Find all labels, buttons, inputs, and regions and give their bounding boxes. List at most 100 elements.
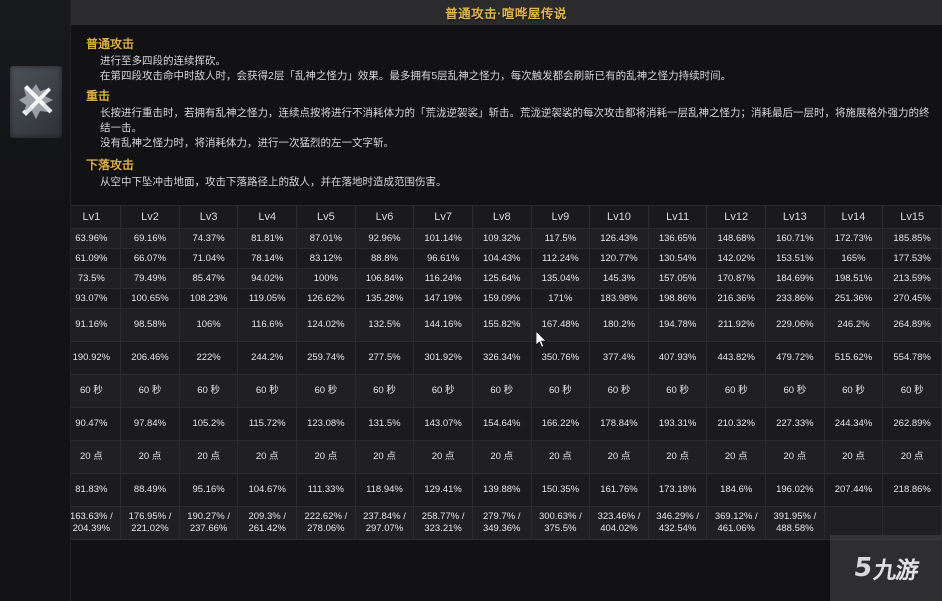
stat-cell: 150.35%	[530, 473, 591, 507]
stat-cell: 264.89%	[882, 308, 942, 342]
column-header-lv4: Lv4	[237, 205, 298, 229]
stat-cell: 176.95% / 221.02%	[120, 506, 180, 540]
column-header-lv7: Lv7	[413, 205, 473, 229]
stat-cell: 20 点	[823, 440, 884, 474]
desc-line: 在第四段攻击命中时敌人时，会获得2层「乱神之怪力」效果。最多拥有5层乱神之怪力，…	[100, 70, 732, 82]
stat-cell: 60 秒	[471, 374, 532, 408]
stat-cell: 60 秒	[589, 374, 649, 408]
stat-cell: 346.29% / 432.54%	[647, 506, 708, 540]
stat-cell: 183.98%	[589, 288, 649, 309]
section-heading-charged-attack: 重击	[86, 89, 111, 103]
stat-cell: 135.28%	[354, 288, 415, 309]
stat-cell: 194.78%	[647, 308, 708, 342]
stat-cell: 177.53%	[882, 248, 942, 269]
section-body-plunging-attack: 从空中下坠冲击地面，攻击下落路径上的敌人，并在落地时造成范围伤害。	[70, 175, 942, 190]
stat-cell: 20 点	[706, 440, 767, 474]
column-header-lv14: Lv14	[823, 205, 884, 229]
table-row: 荒泷逆袈裟终结伤害190.92%206.46%222%244.2%259.74%…	[0, 341, 942, 375]
table-body: 一段伤害63.96%69.16%74.37%81.81%87.01%92.96%…	[0, 228, 942, 540]
stat-cell: 209.3% / 261.42%	[237, 506, 298, 540]
stat-cell: 124.02%	[296, 308, 356, 342]
stat-cell: 213.59%	[882, 268, 942, 289]
section-heading-plunging-attack: 下落攻击	[86, 158, 135, 172]
column-header-lv11: Lv11	[647, 205, 708, 229]
watermark-logo-icon: 5	[851, 553, 875, 583]
stat-cell: 20 点	[237, 440, 298, 474]
stat-cell: 178.84%	[589, 407, 649, 441]
stat-cell: 20 点	[882, 440, 942, 474]
stat-cell: 554.78%	[882, 341, 942, 375]
skill-title-bar: 普通攻击·喧哗屋传说	[70, 0, 942, 26]
stat-cell: 377.4%	[589, 341, 649, 375]
stat-cell: 60 秒	[296, 374, 356, 408]
skill-description: 普通攻击 进行至多四段的连续挥砍。 在第四段攻击命中时敌人时，会获得2层「乱神之…	[70, 25, 942, 205]
stat-cell: 218.86%	[882, 473, 942, 507]
table-row: 下坠期间伤害81.83%88.49%95.16%104.67%111.33%11…	[0, 473, 942, 507]
stat-cell: 180.2%	[589, 308, 649, 342]
column-header-lv13: Lv13	[765, 205, 825, 229]
stat-cell: 69.16%	[120, 228, 180, 249]
stat-cell: 515.62%	[823, 341, 884, 375]
stat-cell: 20 点	[589, 440, 649, 474]
page-title: 普通攻击·喧哗屋传说	[445, 7, 567, 21]
stat-cell: 104.67%	[237, 473, 298, 507]
stat-cell: 251.36%	[823, 288, 884, 309]
stat-cell: 81.81%	[237, 228, 298, 249]
stat-cell: 97.84%	[120, 407, 180, 441]
stat-cell: 60 秒	[413, 374, 473, 408]
table-header-row: Lv1 Lv2 Lv3 Lv4 Lv5 Lv6 Lv7 Lv8 Lv9 Lv10 Lv11 Lv12 L…	[0, 205, 942, 229]
stat-cell: 171%	[530, 288, 591, 309]
stat-cell: 60 秒	[706, 374, 767, 408]
skill-icon-rail	[0, 0, 71, 601]
desc-line: 没有乱神之怪力时，将消耗体力，进行一次猛烈的左一文字斩。	[100, 137, 394, 149]
column-header-lv9: Lv9	[530, 205, 591, 229]
stat-cell: 237.84% / 297.07%	[354, 506, 415, 540]
stat-cell: 60 秒	[530, 374, 591, 408]
stat-cell: 277.5%	[354, 341, 415, 375]
stat-cell: 20 点	[178, 440, 239, 474]
table-row: 荒泷逆袈裟连斩伤害91.16%98.58%106%116.6%124.02%13…	[0, 308, 942, 342]
stat-cell: 60 秒	[823, 374, 884, 408]
stat-cell: 109.32%	[471, 228, 532, 249]
stat-cell: 479.72%	[765, 341, 825, 375]
stat-cell: 60 秒	[354, 374, 415, 408]
stat-cell: 129.41%	[413, 473, 473, 507]
stat-cell: 143.07%	[413, 407, 473, 441]
skill-stats-table-wrapper: Lv1 Lv2 Lv3 Lv4 Lv5 Lv6 Lv7 Lv8 Lv9 Lv10 Lv11 Lv12 L…	[0, 205, 942, 601]
column-header-lv8: Lv8	[471, 205, 532, 229]
stat-cell: 20 点	[647, 440, 708, 474]
column-header-lv3: Lv3	[178, 205, 239, 229]
stat-cell: 60 秒	[237, 374, 298, 408]
stat-cell: 139.88%	[471, 473, 532, 507]
sword-skill-icon	[10, 66, 62, 138]
column-header-lv6: Lv6	[354, 205, 415, 229]
stat-cell: 227.33%	[765, 407, 825, 441]
site-watermark: 5 九游	[830, 535, 942, 601]
stat-cell: 233.86%	[765, 288, 825, 309]
stat-cell: 144.16%	[413, 308, 473, 342]
stat-cell: 112.24%	[530, 248, 591, 269]
stat-cell: 119.05%	[237, 288, 298, 309]
stat-cell: 111.33%	[296, 473, 356, 507]
stat-cell: 106.84%	[354, 268, 415, 289]
stat-cell: 120.77%	[589, 248, 649, 269]
desc-line: 从空中下坠冲击地面，攻击下落路径上的敌人，并在落地时造成范围伤害。	[100, 176, 447, 188]
column-header-lv2: Lv2	[120, 205, 180, 229]
stat-cell: 20 点	[354, 440, 415, 474]
table-row: 三段伤害73.5%79.49%85.47%94.02%100%106.84%11…	[0, 268, 942, 289]
stat-cell: 94.02%	[237, 268, 298, 289]
stat-cell: 184.6%	[706, 473, 767, 507]
stat-cell: 116.24%	[413, 268, 473, 289]
stat-cell: 216.36%	[706, 288, 767, 309]
stat-cell: 130.54%	[647, 248, 708, 269]
stat-cell: 190.27% / 237.66%	[178, 506, 239, 540]
column-header-lv15: Lv15	[882, 205, 942, 229]
section-body-normal-attack: 进行至多四段的连续挥砍。 在第四段攻击命中时敌人时，会获得2层「乱神之怪力」效果…	[70, 54, 942, 84]
stat-cell: 244.2%	[237, 341, 298, 375]
stat-cell: 79.49%	[120, 268, 180, 289]
stat-cell: 279.7% / 349.36%	[471, 506, 532, 540]
stat-cell: 71.04%	[178, 248, 239, 269]
stat-cell: 20 点	[120, 440, 180, 474]
stat-cell: 78.14%	[237, 248, 298, 269]
stat-cell: 270.45%	[882, 288, 942, 309]
